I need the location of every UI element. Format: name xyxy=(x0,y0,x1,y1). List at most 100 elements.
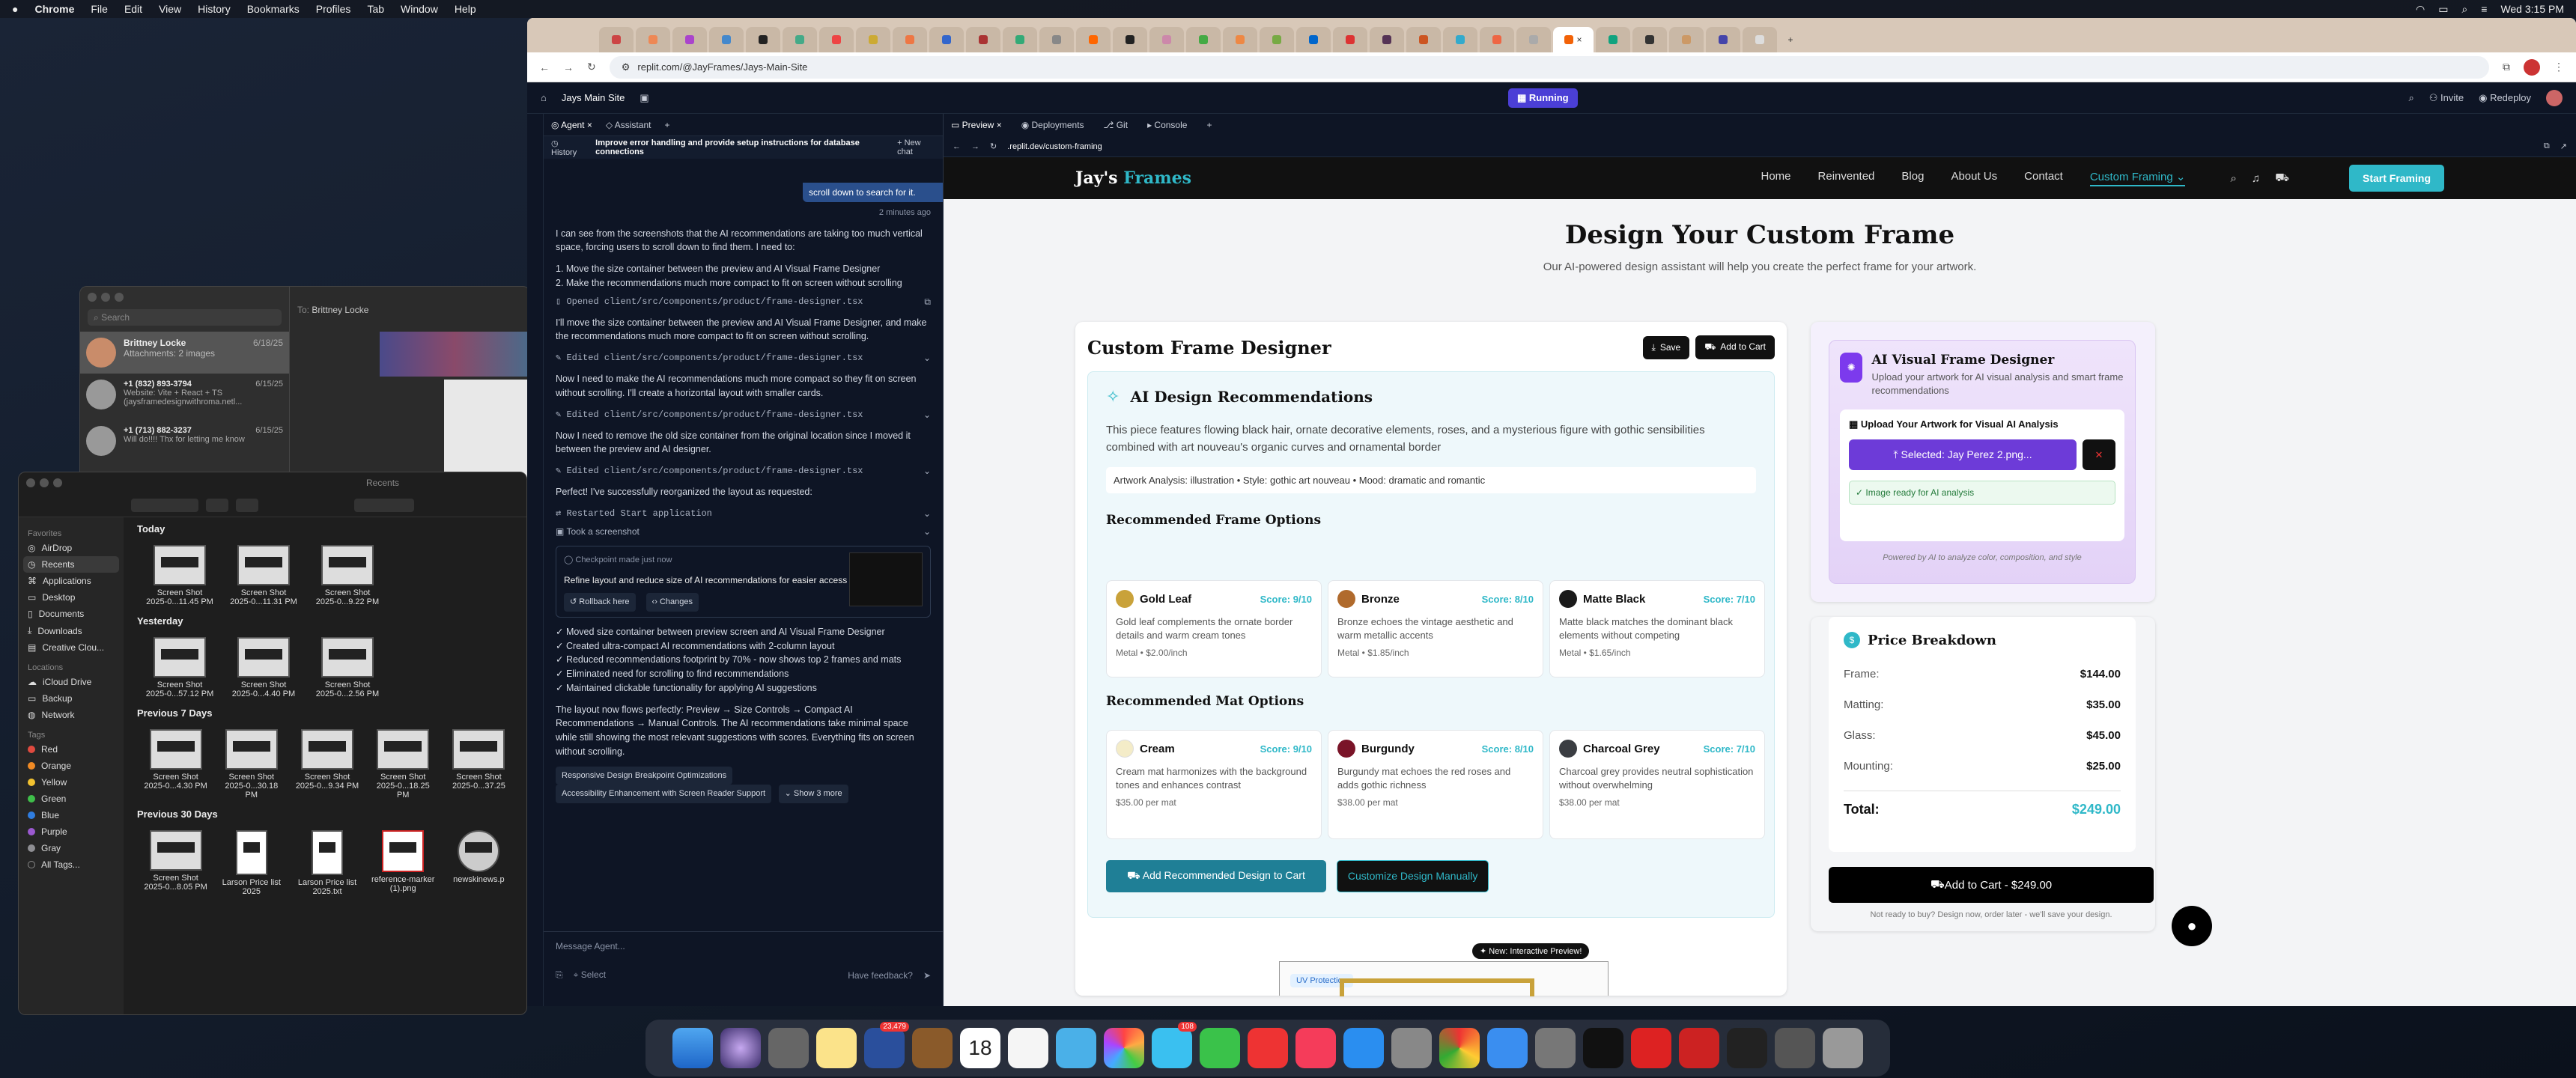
forward-icon[interactable]: → xyxy=(563,61,574,73)
browser-tab[interactable] xyxy=(819,27,854,52)
nav-blog[interactable]: Blog xyxy=(1901,170,1924,186)
terminal-dock-icon[interactable] xyxy=(1583,1028,1623,1068)
reload-icon[interactable]: ↻ xyxy=(990,141,997,151)
file-item[interactable]: newskinews.p xyxy=(446,826,511,896)
tab-agent[interactable]: ◎ Agent × xyxy=(551,120,592,130)
group-button[interactable] xyxy=(206,498,228,512)
search-icon[interactable]: ⌕ xyxy=(2461,3,2467,16)
history-button[interactable]: ◷ History xyxy=(551,138,583,157)
calendar-dock-icon[interactable]: 18 xyxy=(960,1028,1000,1068)
tab-console[interactable]: ▸ Console xyxy=(1147,120,1187,130)
browser-tab[interactable] xyxy=(1743,27,1777,52)
thread-item[interactable]: +1 (832) 893-3794 6/15/25 Website: Vite + … xyxy=(80,374,289,420)
mat-option-burgundy[interactable]: Burgundy Score: 8/10 Burgundy mat echoes … xyxy=(1328,730,1543,839)
menu-history[interactable]: History xyxy=(198,3,231,15)
site-logo[interactable]: Jay's Frames xyxy=(1075,168,1191,188)
browser-tab[interactable] xyxy=(1296,27,1331,52)
suggestion-chip[interactable]: Accessibility Enhancement with Screen Re… xyxy=(556,785,772,803)
browser-tab[interactable] xyxy=(636,27,670,52)
invite-button[interactable]: ⚇ Invite xyxy=(2429,92,2464,104)
menu-clock[interactable]: Wed 3:15 PM xyxy=(2500,3,2564,15)
file-item[interactable]: Larson Price list 2025 xyxy=(219,826,284,896)
browser-tab[interactable] xyxy=(1260,27,1294,52)
launchpad-dock-icon[interactable] xyxy=(768,1028,809,1068)
browser-tab[interactable] xyxy=(1223,27,1257,52)
acrobat-dock-icon[interactable] xyxy=(1679,1028,1719,1068)
tab-assistant[interactable]: ◇ Assistant xyxy=(606,120,651,130)
action-button[interactable] xyxy=(236,498,258,512)
chevron-down-icon[interactable]: ⌄ xyxy=(923,408,931,421)
menu-tab[interactable]: Tab xyxy=(367,3,384,15)
browser-tab[interactable] xyxy=(1076,27,1111,52)
file-item[interactable]: Screen Shot 2025-0...18.25 PM xyxy=(371,725,436,800)
photos-dock-icon[interactable] xyxy=(1104,1028,1144,1068)
browser-tab[interactable] xyxy=(709,27,744,52)
more-icon[interactable]: ⋮ xyxy=(2554,61,2564,73)
tag-all[interactable]: All Tags... xyxy=(23,856,119,873)
browser-tab[interactable] xyxy=(1669,27,1704,52)
frame-option-gold-leaf[interactable]: Gold Leaf Score: 9/10 Gold leaf complemen… xyxy=(1106,580,1322,677)
redeploy-button[interactable]: ◉ Redeploy xyxy=(2479,92,2531,104)
browser-tab-active[interactable]: × xyxy=(1553,27,1594,52)
browser-tab[interactable] xyxy=(929,27,964,52)
chat-bubble-icon[interactable]: ● xyxy=(2172,906,2212,946)
sidebar-item-documents[interactable]: ▯ Documents xyxy=(23,606,119,622)
tag-purple[interactable]: Purple xyxy=(23,823,119,840)
close-dot[interactable] xyxy=(88,293,97,302)
close-tab-icon[interactable]: × xyxy=(1576,34,1582,45)
zoom-dot[interactable] xyxy=(115,293,124,302)
tag-red[interactable]: Red xyxy=(23,741,119,758)
chevron-down-icon[interactable]: ⌄ xyxy=(923,525,931,538)
nav-contact[interactable]: Contact xyxy=(2024,170,2063,186)
new-chat-button[interactable]: + New chat xyxy=(897,138,935,156)
downloads-dock-icon[interactable] xyxy=(1775,1028,1815,1068)
add-tab-icon[interactable]: + xyxy=(664,120,669,130)
file-action[interactable]: ✎ Edited client/src/components/product/f… xyxy=(556,464,931,478)
browser-tab[interactable] xyxy=(746,27,780,52)
sidebar-item-network[interactable]: ◍ Network xyxy=(23,707,119,723)
trash-dock-icon[interactable] xyxy=(1823,1028,1863,1068)
file-action[interactable]: ✎ Edited client/src/components/product/f… xyxy=(556,351,931,365)
feedback-link[interactable]: Have feedback? xyxy=(848,970,913,981)
sidebar-item-applications[interactable]: ⌘ Applications xyxy=(23,573,119,589)
thread-item[interactable]: +1 (713) 882-3237 6/15/25 Will do!!!! Thx … xyxy=(80,420,289,462)
menu-app-name[interactable]: Chrome xyxy=(34,3,74,15)
file-item[interactable]: Screen Shot 2025-0...4.30 PM xyxy=(143,725,208,800)
reminders-dock-icon[interactable] xyxy=(1008,1028,1048,1068)
safari-dock-icon[interactable] xyxy=(1487,1028,1528,1068)
checkpoint-thumbnail[interactable] xyxy=(849,552,923,606)
control-center-icon[interactable]: ≡ xyxy=(2481,3,2487,15)
search-icon[interactable]: ⌕ xyxy=(2230,172,2236,185)
file-item[interactable]: Screen Shot 2025-0...11.45 PM xyxy=(143,540,216,606)
save-button[interactable]: ⤓ Save xyxy=(1642,335,1690,359)
messages-dock-icon[interactable]: 108 xyxy=(1152,1022,1197,1068)
tab-git[interactable]: ⎇ Git xyxy=(1104,120,1128,130)
mat-option-charcoal-grey[interactable]: Charcoal Grey Score: 7/10 Charcoal grey p… xyxy=(1549,730,1765,839)
browser-tab[interactable] xyxy=(1516,27,1551,52)
browser-tab[interactable] xyxy=(1632,27,1667,52)
upload-button[interactable]: ⤒ Selected: Jay Perez 2.png... xyxy=(1849,439,2077,471)
checkout-button[interactable]: ⛟ Add to Cart - $249.00 xyxy=(1829,867,2154,903)
sidebar-item-backup[interactable]: ▭ Backup xyxy=(23,690,119,707)
mail-dock-icon[interactable]: 23,479 xyxy=(864,1022,909,1068)
music-dock-icon[interactable] xyxy=(1295,1028,1336,1068)
clear-upload-icon[interactable]: ✕ xyxy=(2083,439,2115,471)
maps-dock-icon[interactable] xyxy=(1056,1028,1096,1068)
nav-home[interactable]: Home xyxy=(1761,170,1791,186)
menu-profiles[interactable]: Profiles xyxy=(316,3,351,15)
open-new-tab-icon[interactable]: ↗ xyxy=(2560,141,2567,151)
attach-icon[interactable]: ⎘ xyxy=(556,969,563,981)
news-dock-icon[interactable] xyxy=(1248,1028,1288,1068)
back-icon[interactable]: ← xyxy=(539,61,550,73)
tag-blue[interactable]: Blue xyxy=(23,807,119,823)
menu-file[interactable]: File xyxy=(91,3,108,15)
facetime-dock-icon[interactable] xyxy=(1200,1028,1240,1068)
file-item[interactable]: Screen Shot 2025-0...37.25 xyxy=(446,725,511,800)
file-item[interactable]: Screen Shot 2025-0...9.22 PM xyxy=(311,540,384,606)
browser-tab[interactable] xyxy=(856,27,890,52)
chevron-down-icon[interactable]: ⌄ xyxy=(923,351,931,365)
chevron-down-icon[interactable]: ⌄ xyxy=(923,507,931,520)
show-more-button[interactable]: ⌄ Show 3 more xyxy=(778,785,848,803)
start-framing-button[interactable]: Start Framing xyxy=(2348,165,2444,192)
run-status-button[interactable]: ▦ Running xyxy=(1508,88,1578,108)
